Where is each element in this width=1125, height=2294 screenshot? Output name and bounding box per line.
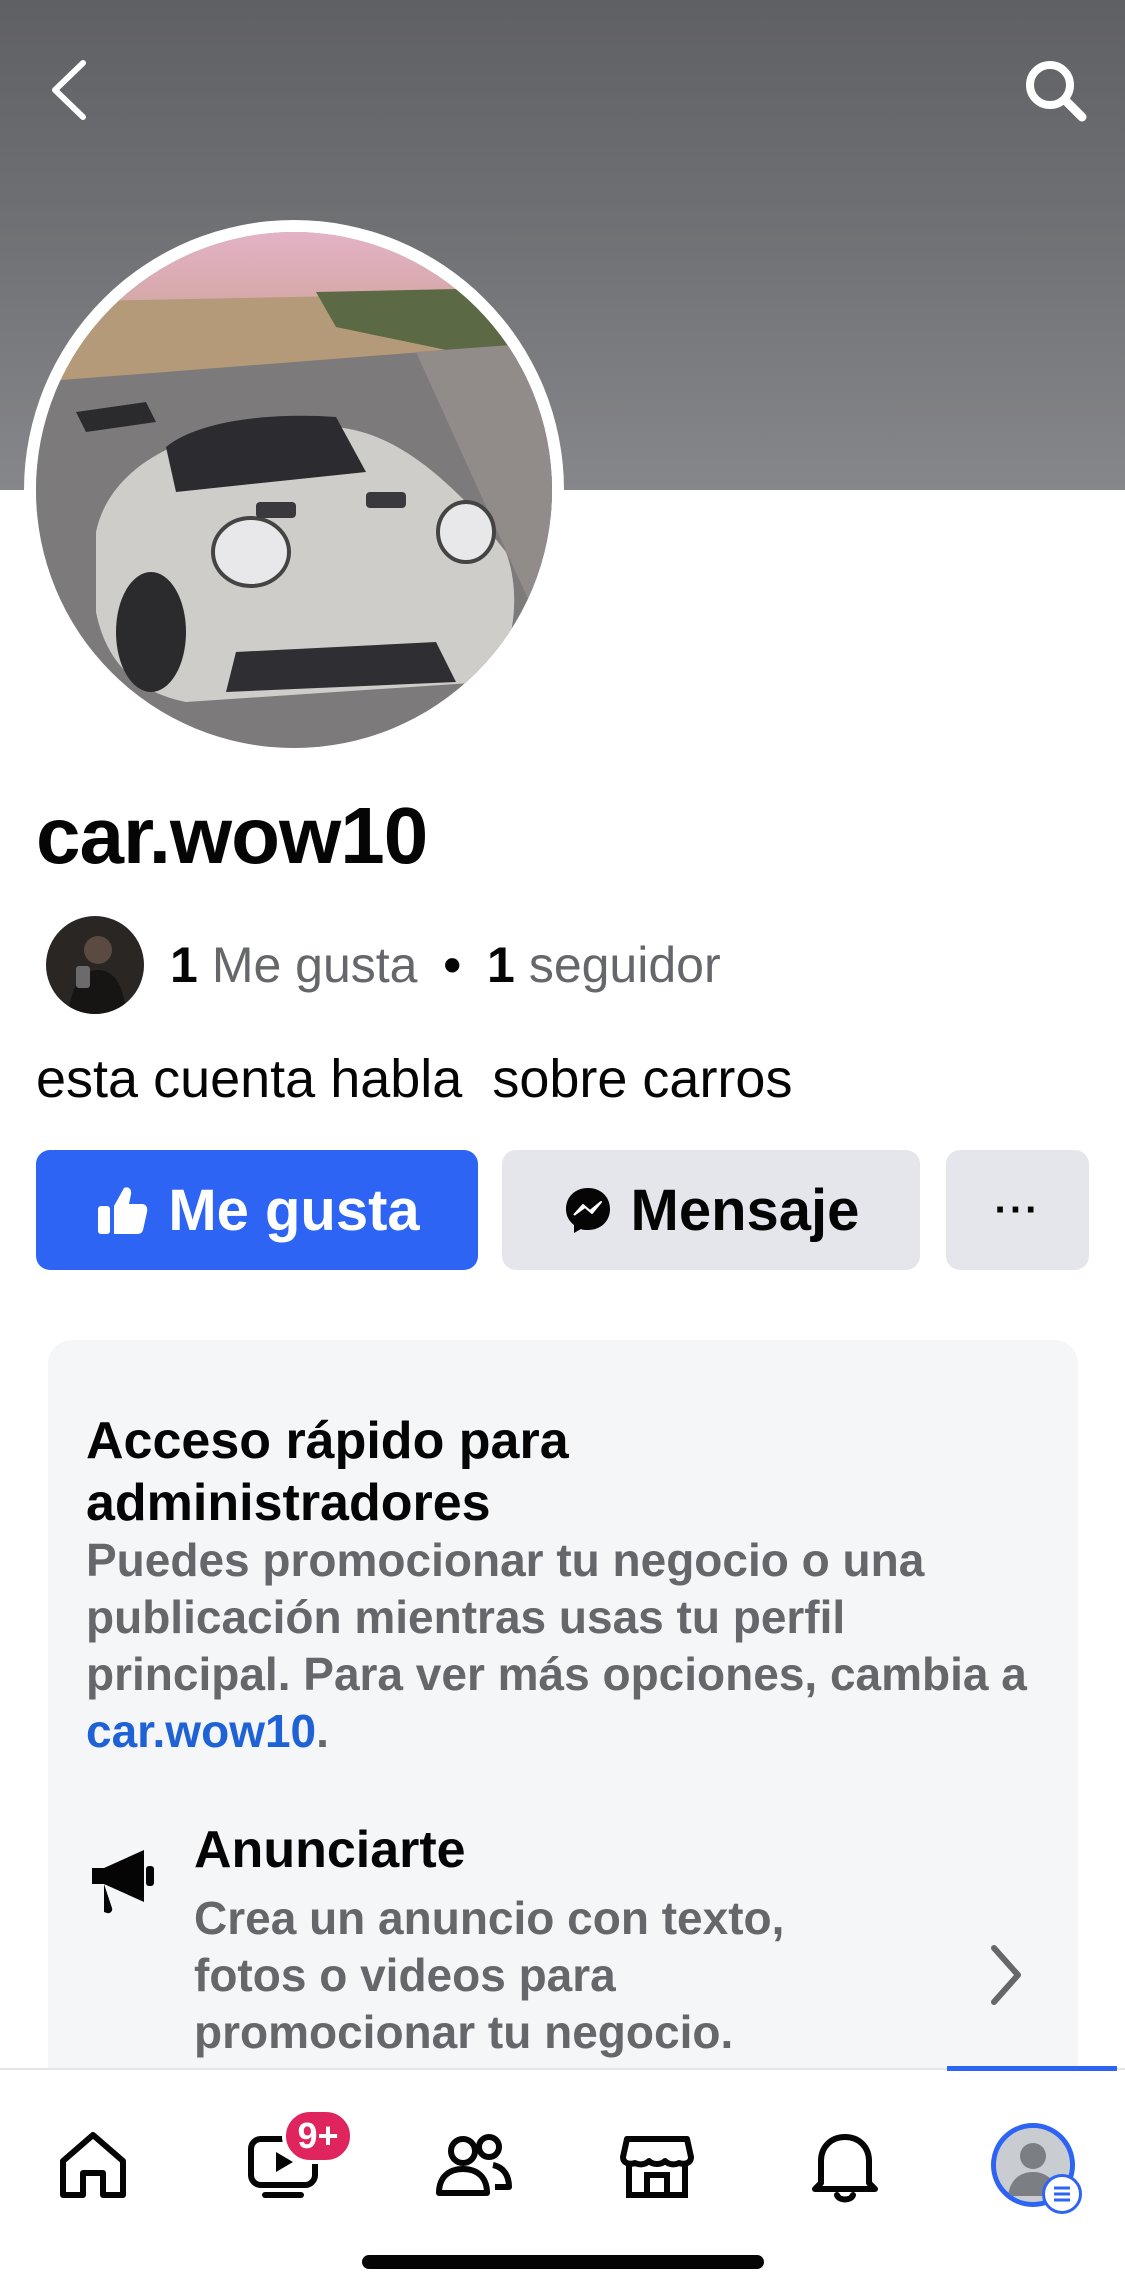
message-button-label: Mensaje bbox=[630, 1177, 860, 1243]
back-button[interactable] bbox=[30, 50, 110, 130]
active-tab-indicator bbox=[947, 2066, 1117, 2071]
home-indicator[interactable] bbox=[362, 2255, 764, 2269]
admin-card-desc-suffix: . bbox=[316, 1705, 329, 1757]
like-button[interactable]: Me gusta bbox=[36, 1150, 478, 1270]
marketplace-icon bbox=[620, 2136, 694, 2198]
page-title: car.wow10 bbox=[36, 791, 428, 880]
menu-icon bbox=[1042, 2174, 1082, 2214]
search-icon bbox=[1026, 61, 1087, 122]
more-options-button[interactable]: ··· bbox=[946, 1150, 1089, 1270]
admin-quick-access-card: Acceso rápido para administradores Puede… bbox=[48, 1340, 1078, 2140]
friends-icon bbox=[436, 2134, 512, 2196]
profile-photo-car bbox=[36, 232, 552, 748]
tab-friends[interactable] bbox=[418, 2110, 528, 2220]
follower-avatar bbox=[46, 916, 144, 1014]
bell-icon bbox=[812, 2134, 878, 2203]
thumbs-up-icon bbox=[94, 1182, 150, 1238]
page-stats[interactable]: 1 Me gusta • 1 seguidor bbox=[46, 915, 721, 1015]
stats-separator: • bbox=[443, 937, 461, 993]
search-button[interactable] bbox=[1015, 50, 1095, 130]
switch-profile-link[interactable]: car.wow10 bbox=[86, 1705, 316, 1757]
admin-card-desc-text: Puedes promocionar tu negocio o una publ… bbox=[86, 1534, 1027, 1700]
tab-home[interactable] bbox=[38, 2110, 148, 2220]
chevron-right-icon bbox=[986, 1940, 1026, 2015]
likes-count: 1 bbox=[170, 937, 198, 993]
advertise-title: Anunciarte bbox=[194, 1821, 466, 1879]
action-buttons: Me gusta Mensaje ··· bbox=[36, 1150, 1089, 1270]
more-dots-icon: ··· bbox=[994, 1187, 1041, 1232]
tab-video[interactable]: 9+ bbox=[228, 2108, 354, 2220]
admin-card-description: Puedes promocionar tu negocio o una publ… bbox=[86, 1532, 1046, 1760]
like-button-label: Me gusta bbox=[168, 1177, 420, 1243]
chevron-left-icon bbox=[52, 60, 86, 120]
tab-notifications[interactable] bbox=[790, 2110, 900, 2220]
page-bio: esta cuenta habla sobre carros bbox=[36, 1049, 793, 1109]
followers-label: seguidor bbox=[528, 937, 721, 993]
admin-card-title: Acceso rápido para administradores bbox=[86, 1412, 569, 1532]
profile-avatar-icon bbox=[991, 2123, 1082, 2214]
advertise-description: Crea un anuncio con texto, fotos o video… bbox=[194, 1892, 785, 2058]
advertise-row[interactable]: Anunciarte Crea un anuncio con texto, fo… bbox=[86, 1820, 1046, 2070]
tab-marketplace[interactable] bbox=[602, 2110, 712, 2220]
followers-count: 1 bbox=[487, 937, 515, 993]
profile-picture[interactable] bbox=[24, 220, 564, 760]
message-button[interactable]: Mensaje bbox=[502, 1150, 920, 1270]
likes-label: Me gusta bbox=[211, 937, 418, 993]
video-notification-badge: 9+ bbox=[282, 2108, 354, 2164]
home-icon bbox=[60, 2132, 126, 2198]
tab-profile[interactable] bbox=[978, 2110, 1088, 2220]
megaphone-icon bbox=[86, 1840, 166, 1920]
messenger-icon bbox=[563, 1185, 613, 1235]
